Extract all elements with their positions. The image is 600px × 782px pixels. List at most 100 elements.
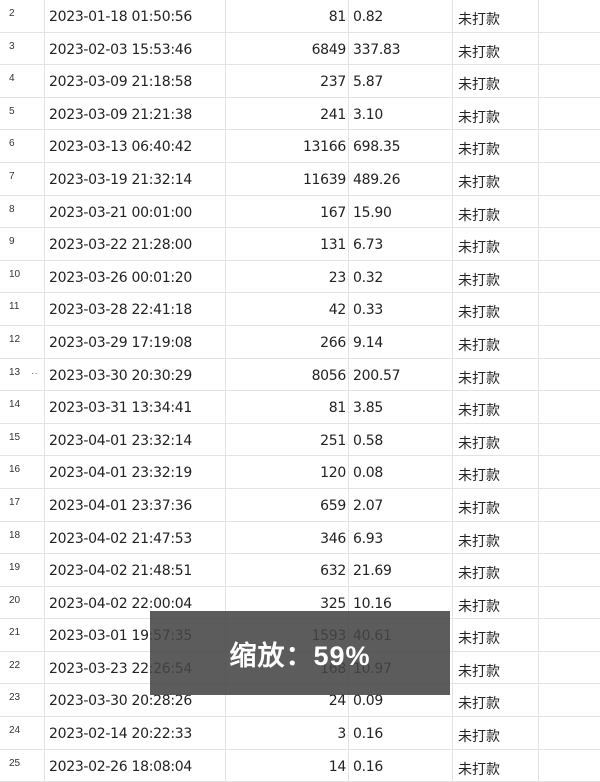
amount-cell[interactable]: 3.10 [348,97,452,130]
row-number-header[interactable]: 2 [0,0,31,32]
quantity-cell[interactable]: 346 [225,521,348,554]
status-cell[interactable]: 未打款 [452,488,538,521]
row-number-header[interactable]: 4 [0,65,31,97]
datetime-cell[interactable]: 2023-02-03 15:53:46 [44,32,225,65]
quantity-cell[interactable]: 266 [225,325,348,358]
row-number-header[interactable]: 12 [0,326,31,358]
row-number-header[interactable]: 18 [0,522,31,554]
amount-cell[interactable]: 0.58 [348,423,452,456]
quantity-cell[interactable]: 251 [225,423,348,456]
empty-cell[interactable] [538,749,600,782]
amount-cell[interactable]: 6.73 [348,228,452,260]
status-cell[interactable]: 未打款 [452,97,538,130]
status-cell[interactable]: 未打款 [452,651,538,684]
empty-cell[interactable] [538,619,600,651]
empty-cell[interactable] [538,97,600,130]
status-cell[interactable]: 未打款 [452,717,538,749]
empty-cell[interactable] [538,521,600,554]
table-row[interactable]: 8 2023-03-21 00:01:00 167 15.90 未打款 [0,195,600,229]
amount-cell[interactable]: 698.35 [348,130,452,162]
row-number-header[interactable]: 15 [0,424,31,456]
table-row[interactable]: 18 2023-04-02 21:47:53 346 6.93 未打款 [0,521,600,555]
quantity-cell[interactable]: 81 [225,391,348,423]
table-row[interactable]: 17 2023-04-01 23:37:36 659 2.07 未打款 [0,488,600,522]
status-cell[interactable]: 未打款 [452,521,538,554]
table-row[interactable]: 19 2023-04-02 21:48:51 632 21.69 未打款 [0,554,600,587]
status-cell[interactable]: 未打款 [452,749,538,782]
amount-cell[interactable]: 0.08 [348,456,452,488]
amount-cell[interactable]: 21.69 [348,554,452,586]
row-number-header[interactable]: 10 [0,261,31,293]
datetime-cell[interactable]: 2023-04-01 23:32:14 [44,423,225,456]
status-cell[interactable]: 未打款 [452,293,538,325]
empty-cell[interactable] [538,65,600,97]
table-row[interactable]: 4 2023-03-09 21:18:58 237 5.87 未打款 [0,65,600,98]
amount-cell[interactable]: 0.16 [348,717,452,749]
datetime-cell[interactable]: 2023-03-13 06:40:42 [44,130,225,162]
table-row[interactable]: 15 2023-04-01 23:32:14 251 0.58 未打款 [0,423,600,457]
datetime-cell[interactable]: 2023-03-09 21:21:38 [44,97,225,130]
table-row[interactable]: 3 2023-02-03 15:53:46 6849 337.83 未打款 [0,32,600,66]
quantity-cell[interactable]: 23 [225,260,348,293]
status-cell[interactable]: 未打款 [452,619,538,651]
amount-cell[interactable]: 0.82 [348,0,452,32]
empty-cell[interactable] [538,130,600,162]
quantity-cell[interactable]: 3 [225,717,348,749]
datetime-cell[interactable]: 2023-03-19 21:32:14 [44,162,225,195]
table-row[interactable]: 13 ·· 2023-03-30 20:30:29 8056 200.57 未打款 [0,358,600,392]
datetime-cell[interactable]: 2023-03-21 00:01:00 [44,195,225,228]
datetime-cell[interactable]: 2023-03-28 22:41:18 [44,293,225,325]
quantity-cell[interactable]: 81 [225,0,348,32]
status-cell[interactable]: 未打款 [452,586,538,619]
table-row[interactable]: 16 2023-04-01 23:32:19 120 0.08 未打款 [0,456,600,489]
status-cell[interactable]: 未打款 [452,391,538,423]
row-number-header[interactable]: 6 [0,130,31,162]
table-row[interactable]: 6 2023-03-13 06:40:42 13166 698.35 未打款 [0,130,600,163]
datetime-cell[interactable]: 2023-02-14 20:22:33 [44,717,225,749]
quantity-cell[interactable]: 237 [225,65,348,97]
quantity-cell[interactable]: 120 [225,456,348,488]
quantity-cell[interactable]: 13166 [225,130,348,162]
table-row[interactable]: 7 2023-03-19 21:32:14 11639 489.26 未打款 [0,162,600,196]
datetime-cell[interactable]: 2023-03-30 20:30:29 [44,358,225,391]
empty-cell[interactable] [538,488,600,521]
quantity-cell[interactable]: 659 [225,488,348,521]
row-number-header[interactable]: 9 [0,228,31,260]
amount-cell[interactable]: 337.83 [348,32,452,65]
row-number-header[interactable]: 25 [0,750,31,782]
row-number-header[interactable]: 17 [0,489,31,521]
status-cell[interactable]: 未打款 [452,358,538,391]
datetime-cell[interactable]: 2023-04-01 23:32:19 [44,456,225,488]
amount-cell[interactable]: 15.90 [348,195,452,228]
quantity-cell[interactable]: 8056 [225,358,348,391]
row-number-header[interactable]: 16 [0,456,31,488]
row-number-header[interactable]: 5 [0,98,31,130]
empty-cell[interactable] [538,423,600,456]
datetime-cell[interactable]: 2023-03-09 21:18:58 [44,65,225,97]
amount-cell[interactable]: 489.26 [348,162,452,195]
empty-cell[interactable] [538,0,600,32]
empty-cell[interactable] [538,195,600,228]
empty-cell[interactable] [538,456,600,488]
empty-cell[interactable] [538,554,600,586]
status-cell[interactable]: 未打款 [452,423,538,456]
table-row[interactable]: 2 2023-01-18 01:50:56 81 0.82 未打款 [0,0,600,33]
quantity-cell[interactable]: 14 [225,749,348,782]
row-number-header[interactable]: 20 [0,587,31,619]
table-row[interactable]: 24 2023-02-14 20:22:33 3 0.16 未打款 [0,717,600,750]
table-row[interactable]: 10 2023-03-26 00:01:20 23 0.32 未打款 [0,260,600,294]
amount-cell[interactable]: 0.16 [348,749,452,782]
datetime-cell[interactable]: 2023-03-22 21:28:00 [44,228,225,260]
status-cell[interactable]: 未打款 [452,554,538,586]
quantity-cell[interactable]: 167 [225,195,348,228]
table-row[interactable]: 5 2023-03-09 21:21:38 241 3.10 未打款 [0,97,600,131]
amount-cell[interactable]: 0.33 [348,293,452,325]
empty-cell[interactable] [538,260,600,293]
row-number-header[interactable]: 22 [0,652,31,684]
quantity-cell[interactable]: 131 [225,228,348,260]
amount-cell[interactable]: 6.93 [348,521,452,554]
amount-cell[interactable]: 0.32 [348,260,452,293]
status-cell[interactable]: 未打款 [452,260,538,293]
row-number-header[interactable]: 14 [0,391,31,423]
quantity-cell[interactable]: 632 [225,554,348,586]
